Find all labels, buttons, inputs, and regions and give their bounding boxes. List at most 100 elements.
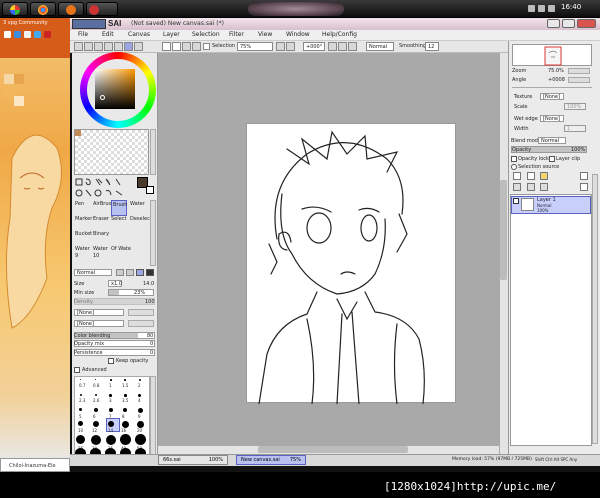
- invert-selection-icon[interactable]: [192, 42, 201, 51]
- brush-shape-icon[interactable]: [116, 269, 124, 276]
- brush-texture2-dropdown[interactable]: [None]: [74, 320, 124, 327]
- brush-toggle-icon[interactable]: [134, 42, 143, 51]
- start-button[interactable]: [2, 2, 28, 16]
- min-size-slider[interactable]: [108, 289, 154, 296]
- brush-size-label[interactable]: 10: [78, 428, 83, 433]
- document-tab-66s[interactable]: 66s.sai 100%: [158, 455, 228, 465]
- brush-size-label[interactable]: 12: [92, 428, 97, 433]
- taskbar-chrome-button[interactable]: [30, 2, 56, 16]
- brush-size-label[interactable]: 3: [109, 398, 112, 403]
- secondary-color-swatch[interactable]: [146, 186, 154, 194]
- brush-shape-icon[interactable]: [126, 269, 134, 276]
- swatch-color[interactable]: [75, 130, 81, 136]
- browser-twitter-icon[interactable]: [34, 31, 41, 38]
- brush-size-label[interactable]: 14: [108, 428, 113, 433]
- selection-checkbox[interactable]: [203, 43, 210, 50]
- layer-scale-field[interactable]: 100%: [564, 103, 586, 110]
- tray-app-icon[interactable]: [548, 5, 555, 12]
- wet-edge-dropdown[interactable]: [None]: [540, 115, 564, 122]
- horizontal-scroll-thumb[interactable]: [258, 446, 408, 453]
- document-tab-new-canvas[interactable]: New canvas.sai 75%: [236, 455, 306, 465]
- scratchpad-scrollbar[interactable]: [150, 129, 156, 175]
- merge-down-icon[interactable]: [527, 183, 535, 191]
- tool-bucket[interactable]: Bucket: [75, 231, 92, 237]
- menu-view[interactable]: View: [258, 31, 272, 38]
- brush-size-label[interactable]: 1: [109, 383, 112, 388]
- brush-size-label[interactable]: 25: [78, 446, 83, 451]
- brush-shape-icon[interactable]: [146, 269, 154, 276]
- maximize-button[interactable]: [562, 19, 575, 28]
- zoom-dropdown[interactable]: 75%: [237, 42, 273, 51]
- tool-grid-scrollbar[interactable]: [150, 200, 156, 266]
- brush-shape-icon[interactable]: [136, 269, 144, 276]
- deselect-icon[interactable]: [182, 42, 191, 51]
- taskbar-browser-item[interactable]: Chiloi-Inazuma-Ele: [0, 458, 70, 472]
- brush-size-label[interactable]: 20: [137, 428, 142, 433]
- vertical-scroll-thumb[interactable]: [500, 180, 507, 280]
- tool-binary[interactable]: Binary: [93, 231, 109, 237]
- redo-icon[interactable]: [172, 42, 181, 51]
- brush-size-scrollbar[interactable]: [150, 376, 156, 464]
- menu-layer[interactable]: Layer: [163, 31, 180, 38]
- tool-select[interactable]: Select: [111, 216, 126, 222]
- scratchpad[interactable]: [74, 129, 149, 175]
- menu-edit[interactable]: Edit: [102, 31, 114, 38]
- layer-blend-mode-dropdown[interactable]: Normal: [538, 137, 566, 144]
- menu-help-config[interactable]: Help/Config: [322, 31, 357, 38]
- brush-size-label[interactable]: 6: [93, 414, 96, 419]
- tool-water-10[interactable]: Water: [93, 246, 108, 252]
- layer-list-scrollbar[interactable]: [592, 174, 598, 444]
- zoom-in-icon[interactable]: [286, 42, 295, 51]
- brush-texture-dropdown[interactable]: [None]: [74, 309, 124, 316]
- saturation-value-square[interactable]: [95, 69, 135, 109]
- transfer-down-icon[interactable]: [513, 183, 521, 191]
- browser-home-icon[interactable]: [4, 31, 11, 38]
- brush-size-label[interactable]: 3.5: [122, 398, 128, 403]
- smoothing-dropdown[interactable]: 12: [425, 42, 439, 51]
- navigator-preview[interactable]: [512, 44, 592, 66]
- layer-clip-checkbox[interactable]: [549, 156, 555, 162]
- browser-facebook-icon[interactable]: [14, 31, 21, 38]
- brush-size-label[interactable]: 0.8: [93, 383, 99, 388]
- layer-visibility-icon[interactable]: [513, 198, 519, 204]
- brush-size-label[interactable]: 2: [138, 383, 141, 388]
- texture-strength-field[interactable]: [128, 309, 154, 316]
- tool-pen[interactable]: Pen: [75, 201, 84, 207]
- color-hsv-toggle-icon[interactable]: [94, 42, 103, 51]
- rotate-right-icon[interactable]: [338, 42, 347, 51]
- brush-size-label[interactable]: 7: [109, 414, 112, 419]
- size-multiplier-dropdown[interactable]: x1.0: [108, 280, 122, 287]
- swatches-toggle-icon[interactable]: [104, 42, 113, 51]
- density-slider[interactable]: [74, 298, 155, 305]
- menu-selection[interactable]: Selection: [192, 31, 220, 38]
- drawing-canvas[interactable]: [246, 123, 456, 405]
- new-linework-layer-icon[interactable]: [527, 172, 535, 180]
- tool-deselect[interactable]: Deselect: [130, 216, 152, 222]
- menu-file[interactable]: File: [78, 31, 88, 38]
- tool-eraser[interactable]: Eraser: [93, 216, 109, 222]
- selection-source-checkbox[interactable]: [511, 164, 517, 170]
- tool-brush[interactable]: Brush: [111, 200, 127, 216]
- new-folder-icon[interactable]: [540, 172, 548, 180]
- brush-size-label[interactable]: 40: [121, 446, 126, 451]
- palette-toggle-icon[interactable]: [124, 42, 133, 51]
- scratchpad-toggle-icon[interactable]: [114, 42, 123, 51]
- brush-size-label[interactable]: 35: [108, 446, 113, 451]
- brush-size-label[interactable]: 8: [122, 414, 125, 419]
- brush-size-label[interactable]: 9: [138, 414, 141, 419]
- clear-layer-icon[interactable]: [540, 183, 548, 191]
- delete-layer-icon[interactable]: [580, 172, 588, 180]
- brush-size-label[interactable]: 2.6: [93, 398, 99, 403]
- browser-mail-icon[interactable]: [24, 31, 31, 38]
- texture2-strength-field[interactable]: [128, 320, 154, 327]
- brush-size-label[interactable]: 0.7: [79, 383, 85, 388]
- layer-texture-dropdown[interactable]: [None]: [540, 93, 564, 100]
- advanced-checkbox[interactable]: [74, 367, 80, 373]
- taskbar-firefox-button[interactable]: [58, 2, 84, 16]
- keep-opacity-checkbox[interactable]: [108, 358, 114, 364]
- stabilizer-mode-dropdown[interactable]: Normal: [366, 42, 394, 51]
- tool-water[interactable]: Water: [130, 201, 145, 207]
- menu-filter[interactable]: Filter: [229, 31, 244, 38]
- tray-network-icon[interactable]: [528, 5, 535, 12]
- brush-size-label[interactable]: 30: [92, 446, 97, 451]
